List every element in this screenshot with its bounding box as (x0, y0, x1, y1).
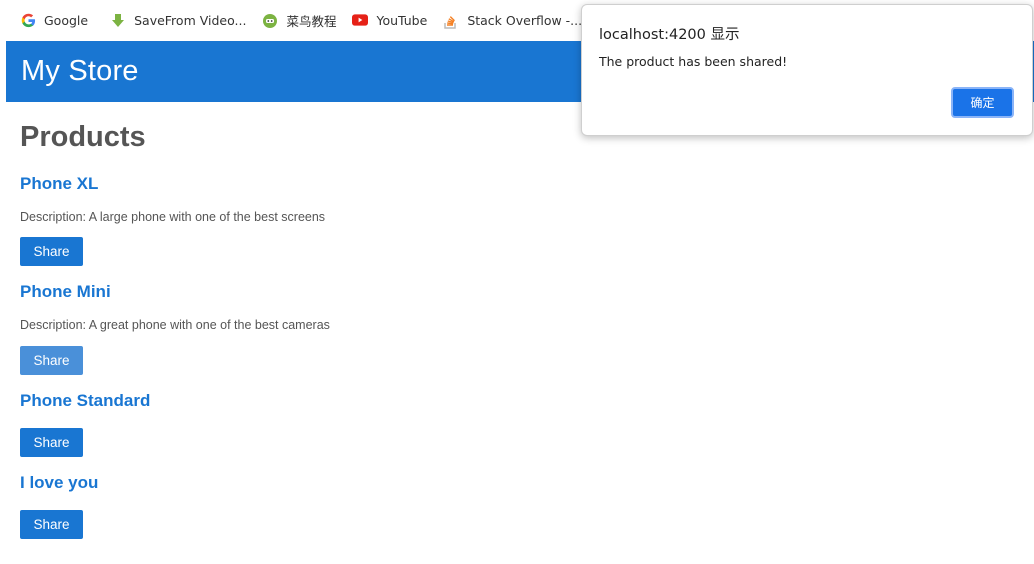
product-description: Description: A great phone with one of t… (20, 318, 330, 332)
bookmark-savefrom[interactable]: SaveFrom Video... (88, 0, 246, 41)
ok-button[interactable]: 确定 (951, 87, 1014, 118)
bookmark-runoob[interactable]: 菜鸟教程 (246, 0, 336, 41)
bookmark-label: SaveFrom Video... (134, 13, 247, 28)
product-description: Description: A large phone with one of t… (20, 210, 326, 224)
download-arrow-icon (110, 13, 126, 29)
share-button[interactable]: Share (20, 346, 83, 375)
alert-dialog: localhost:4200 显示 The product has been s… (581, 4, 1033, 136)
product-item: Phone XL Description: A large phone with… (20, 174, 325, 266)
product-item: I love you Share (20, 473, 98, 539)
runoob-icon (262, 13, 278, 29)
product-name-link[interactable]: I love you (20, 473, 98, 493)
share-button[interactable]: Share (20, 510, 83, 539)
product-name-link[interactable]: Phone XL (20, 174, 98, 194)
bookmark-google[interactable]: Google (0, 0, 88, 41)
bookmark-label: 菜鸟教程 (286, 14, 337, 29)
product-item: Phone Standard Share (20, 391, 150, 457)
product-name-link[interactable]: Phone Standard (20, 391, 150, 411)
bookmark-label: Stack Overflow -... (467, 13, 583, 28)
bookmark-youtube[interactable]: YouTube (336, 0, 427, 41)
bookmark-label: YouTube (376, 13, 428, 28)
dialog-title: localhost:4200 显示 (599, 27, 740, 43)
stackoverflow-icon (443, 13, 459, 29)
dialog-message: The product has been shared! (599, 54, 788, 69)
youtube-icon (352, 13, 369, 29)
bookmark-label: Google (44, 13, 89, 28)
share-button[interactable]: Share (20, 428, 83, 457)
product-name-link[interactable]: Phone Mini (20, 282, 111, 302)
google-icon (20, 13, 36, 29)
store-title[interactable]: My Store (21, 55, 139, 88)
product-item: Phone Mini Description: A great phone wi… (20, 282, 330, 375)
share-button[interactable]: Share (20, 237, 83, 266)
bookmark-stackoverflow[interactable]: Stack Overflow -... (427, 0, 582, 41)
